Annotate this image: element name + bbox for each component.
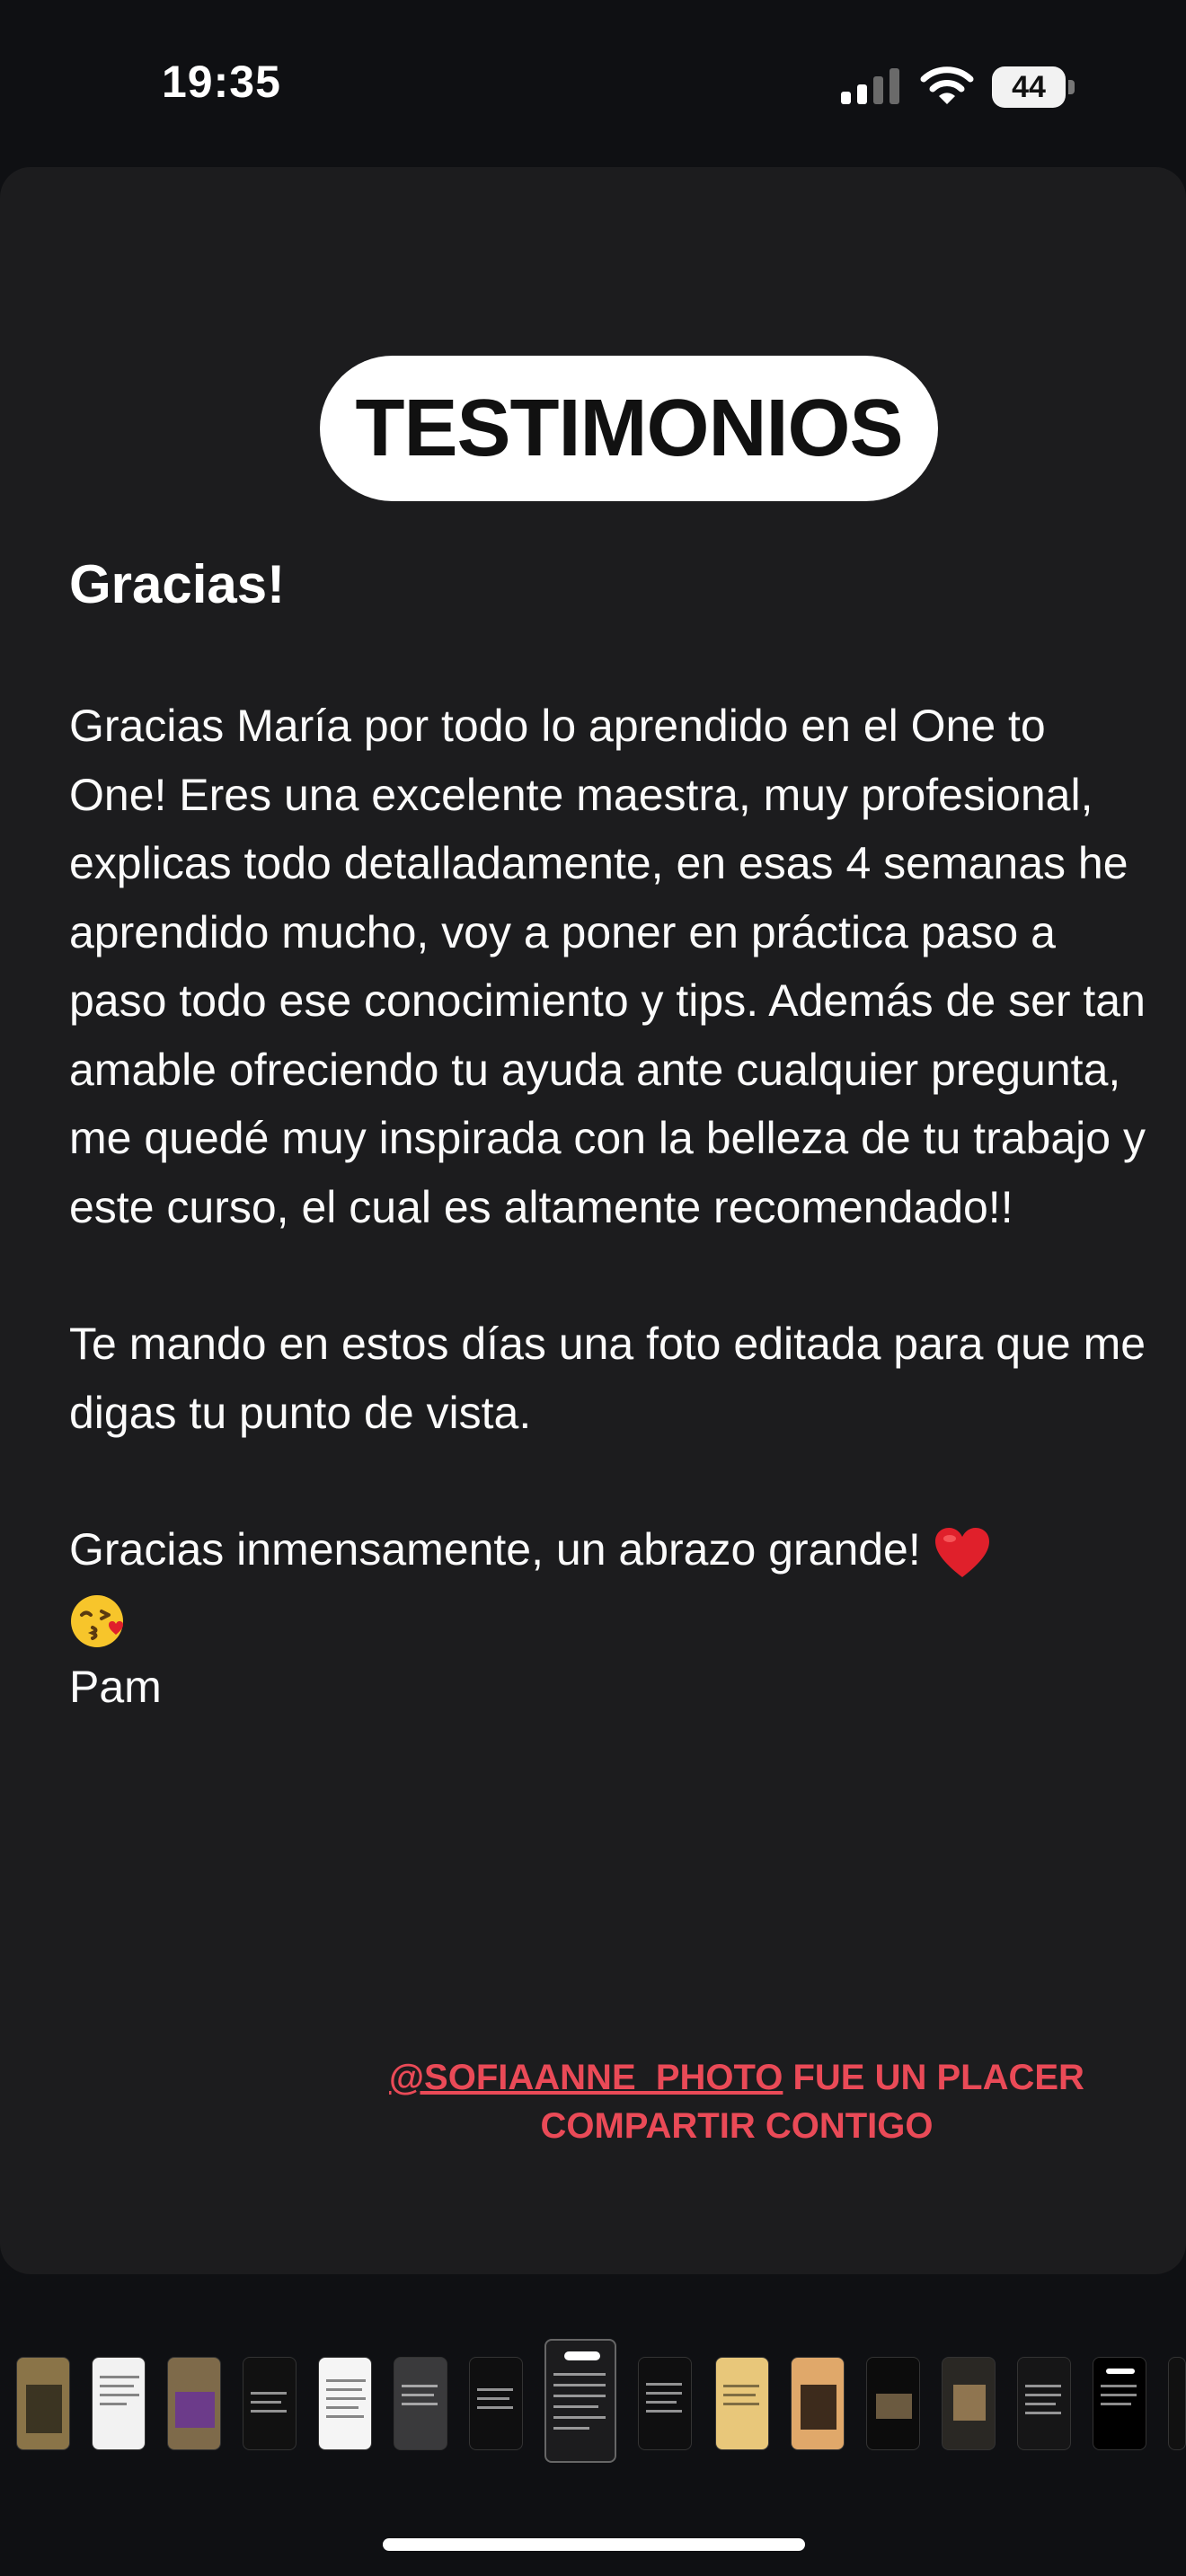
home-indicator[interactable] bbox=[383, 2538, 805, 2551]
testimonial-paragraph-2: Te mando en estos días una foto editada … bbox=[69, 1319, 1146, 1438]
story-thumbnail[interactable] bbox=[866, 2357, 920, 2450]
story-thumbnail[interactable] bbox=[16, 2357, 70, 2450]
story-thumbnail[interactable] bbox=[469, 2357, 523, 2450]
story-thumbnail[interactable] bbox=[243, 2357, 296, 2450]
testimonial-paragraph-3: Gracias inmensamente, un abrazo grande! … bbox=[69, 1515, 1147, 1722]
story-thumbnail[interactable] bbox=[1017, 2357, 1071, 2450]
story-thumbnail[interactable] bbox=[167, 2357, 221, 2450]
story-card[interactable]: TESTIMONIOS Gracias! Gracias María por t… bbox=[0, 167, 1186, 2274]
battery-icon: 44 bbox=[992, 66, 1075, 108]
status-bar: 19:35 44 bbox=[0, 0, 1186, 162]
heart-emoji-icon bbox=[934, 1527, 989, 1577]
testimonial-heading: Gracias! bbox=[69, 554, 286, 614]
story-thumbnail-strip bbox=[0, 2326, 1186, 2488]
closing-text: Gracias inmensamente, un abrazo grande! bbox=[69, 1524, 921, 1575]
credit-text-line2: COMPARTIR CONTIGO bbox=[540, 2106, 934, 2146]
credit-caption: @SOFIAANNE_PHOTO FUE UN PLACER COMPARTIR… bbox=[377, 2053, 1096, 2150]
battery-level: 44 bbox=[1012, 70, 1046, 104]
story-thumbnail[interactable] bbox=[638, 2357, 692, 2450]
story-thumbnail[interactable] bbox=[318, 2357, 372, 2450]
story-thumbnail[interactable] bbox=[1093, 2357, 1146, 2450]
clock-time: 19:35 bbox=[162, 57, 281, 107]
story-thumbnail-current[interactable] bbox=[544, 2339, 616, 2463]
signal-icon bbox=[841, 68, 899, 104]
story-thumbnail[interactable] bbox=[92, 2357, 146, 2450]
testimonial-paragraph-1: Gracias María por todo lo aprendido en e… bbox=[69, 701, 1146, 1232]
title-pill: TESTIMONIOS bbox=[320, 356, 938, 501]
story-thumbnail[interactable] bbox=[791, 2357, 845, 2450]
story-thumbnail[interactable] bbox=[942, 2357, 996, 2450]
story-thumbnail[interactable] bbox=[1168, 2357, 1186, 2450]
title-label: TESTIMONIOS bbox=[355, 383, 903, 473]
testimonial-body: Gracias María por todo lo aprendido en e… bbox=[69, 692, 1147, 1722]
wifi-icon bbox=[920, 66, 974, 104]
story-thumbnail[interactable] bbox=[394, 2357, 447, 2450]
story-thumbnail[interactable] bbox=[715, 2357, 769, 2450]
credit-handle-link[interactable]: @SOFIAANNE_PHOTO bbox=[389, 2058, 783, 2097]
kiss-emoji-icon bbox=[71, 1595, 123, 1648]
signature: Pam bbox=[69, 1662, 162, 1712]
credit-text-line1: FUE UN PLACER bbox=[783, 2058, 1084, 2097]
